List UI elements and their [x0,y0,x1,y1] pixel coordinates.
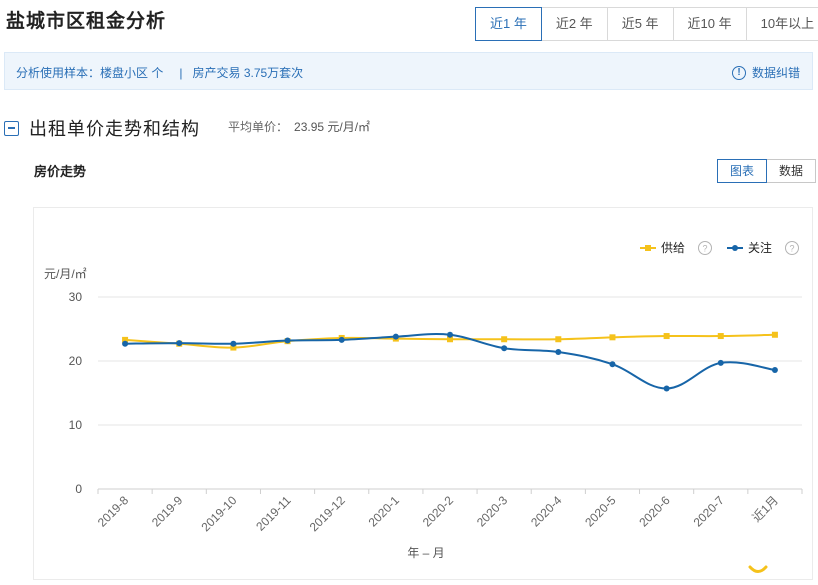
time-range-tabs: 近1 年 近2 年 近5 年 近10 年 10年以上 [475,7,818,41]
collapse-icon[interactable] [4,120,19,136]
sample-label: 分析使用样本： [16,66,101,80]
view-toggle: 图表 数据 [717,159,817,183]
legend-label-supply: 供给 [661,241,685,255]
info-icon: ! [731,65,746,80]
data-point-attention[interactable] [176,340,183,347]
tab-5-years[interactable]: 近5 年 [606,8,673,40]
data-point-attention[interactable] [717,359,724,366]
tab-1-year[interactable]: 近1 年 [475,7,542,41]
rent-trend-chart: 元/月/㎡ 0 10 20 30 2019-8 2019-9 2019-10 2019-11 20… [44,240,803,573]
community-count: 楼盘小区 个 [100,66,164,80]
y-axis-label: 元/月/㎡ [44,267,87,281]
average-price: 平均单价： 23.95 元/月/㎡ [228,118,370,135]
x-tick-label: 2020-3 [474,493,511,530]
tab-2-years[interactable]: 近2 年 [540,8,607,40]
data-view-button[interactable]: 数据 [766,159,817,183]
data-point-supply[interactable] [501,336,508,343]
x-axis-label: 年 – 月 [407,546,444,560]
x-tick-label: 2019-10 [198,493,239,534]
data-point-supply[interactable] [609,334,616,341]
data-point-attention[interactable] [663,385,670,392]
x-tick-label: 2020-4 [528,493,565,530]
data-point-attention[interactable] [555,349,562,356]
x-tick-label: 2020-5 [582,493,619,530]
x-tick-label: 2019-8 [95,493,132,530]
data-point-supply[interactable] [771,331,778,338]
legend-label-attention: 关注 [748,240,772,255]
data-point-attention[interactable] [338,336,345,343]
average-price-label: 平均单价： [228,120,289,134]
data-correction-label: 数据纠错 [751,66,800,80]
data-point-supply[interactable] [663,333,670,340]
chart-card: 元/月/㎡ 0 10 20 30 2019-8 2019-9 2019-10 2019-11 20… [33,207,813,580]
x-tick-label: 2020-6 [636,493,673,530]
average-price-value: 23.95 元/月/㎡ [294,120,371,134]
transaction-count: 房产交易 3.75万套次 [192,66,304,80]
data-correction-link[interactable]: ! 数据纠错 [731,64,800,81]
help-icon-glyph: ? [789,244,794,254]
legend-marker-attention [732,245,738,251]
y-tick-label: 0 [75,482,82,496]
data-point-attention[interactable] [230,340,237,347]
x-tick-label: 2019-12 [307,493,348,534]
data-point-attention[interactable] [122,340,129,347]
sample-info-bar: 分析使用样本：楼盘小区 个 | 房产交易 3.75万套次 ! 数据纠错 [4,52,813,90]
data-point-attention[interactable] [284,337,291,344]
data-point-attention[interactable] [501,345,508,352]
data-point-supply[interactable] [717,333,724,340]
tab-10-plus-years[interactable]: 10年以上 [745,8,818,40]
y-tick-label: 30 [69,290,83,304]
page-title: 盐城市区租金分析 [6,11,167,32]
y-tick-label: 20 [69,354,83,368]
x-tick-label: 近1月 [749,493,781,525]
sample-info-text: 分析使用样本：楼盘小区 个 | 房产交易 3.75万套次 [16,64,303,81]
x-tick-label: 2020-7 [691,493,728,530]
help-icon-glyph: ? [702,244,707,254]
loading-spinner-icon [748,565,768,573]
section-header: 出租单价走势和结构 [4,115,200,141]
x-tick-label: 2019-11 [253,493,294,534]
data-point-attention[interactable] [447,331,453,338]
y-tick-label: 10 [69,418,83,432]
x-tick-label: 2019-9 [149,493,186,530]
legend-marker-supply [645,245,651,251]
x-tick-label: 2020-2 [420,493,457,530]
sample-separator: | [179,66,183,80]
chart-view-button[interactable]: 图表 [717,159,768,183]
data-point-attention[interactable] [609,361,616,368]
tab-10-years[interactable]: 近10 年 [672,8,746,40]
x-tick-label: 2020-1 [366,493,403,530]
data-point-supply[interactable] [555,336,562,343]
data-point-attention[interactable] [392,333,399,340]
price-trend-title: 房价走势 [34,164,87,179]
data-point-attention[interactable] [771,366,778,373]
section-title: 出租单价走势和结构 [29,119,200,139]
